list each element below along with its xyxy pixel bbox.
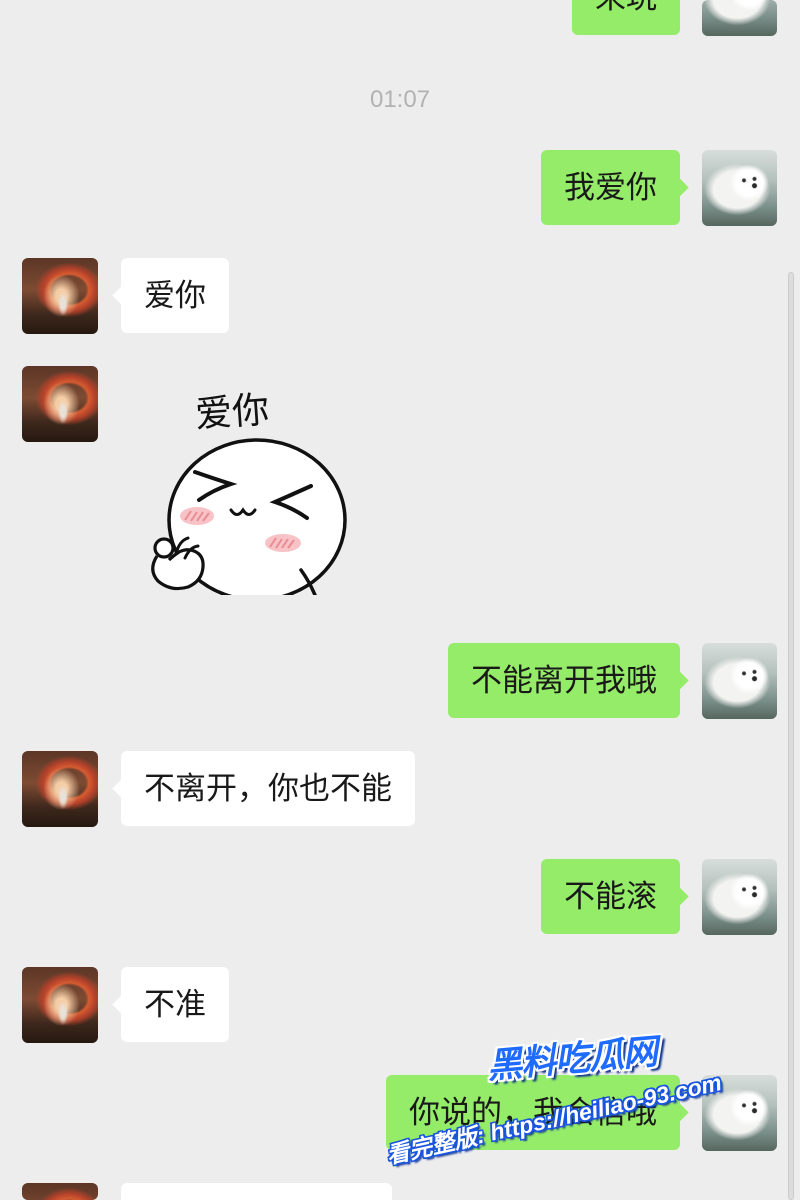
message-row-sent: 来玩 bbox=[0, 0, 800, 36]
bubble-tail bbox=[670, 887, 689, 906]
bubble-tail bbox=[112, 286, 131, 305]
bubble-tail bbox=[670, 671, 689, 690]
bubble-tail bbox=[112, 779, 131, 798]
message-bubble-sent[interactable]: 来玩 bbox=[572, 0, 680, 35]
message-text: 不离开，你也不能 bbox=[144, 771, 392, 806]
message-row-received bbox=[0, 1183, 800, 1200]
chat-message-list[interactable]: 来玩 01:07 我爱你 爱你 爱你 bbox=[0, 0, 800, 1200]
sticker-graphic: 爱你 bbox=[151, 388, 347, 602]
contact-avatar[interactable] bbox=[22, 258, 98, 334]
sticker-caption: 爱你 bbox=[194, 388, 271, 436]
self-avatar[interactable] bbox=[702, 150, 777, 226]
contact-avatar[interactable] bbox=[22, 366, 98, 442]
message-row-received: 爱你 bbox=[0, 366, 800, 602]
scrollbar[interactable] bbox=[788, 272, 794, 1200]
time-divider: 01:07 bbox=[369, 86, 431, 113]
message-bubble-sent[interactable]: 我爱你 bbox=[541, 150, 689, 225]
message-bubble-sent[interactable]: 不能离开我哦 bbox=[448, 643, 689, 718]
message-text: 我爱你 bbox=[564, 170, 657, 205]
message-text: 爱你 bbox=[144, 278, 206, 313]
contact-avatar[interactable] bbox=[22, 751, 98, 827]
message-text: 不准 bbox=[144, 987, 206, 1022]
message-text: 来玩 bbox=[595, 0, 657, 35]
message-row-sent: 我爱你 bbox=[0, 150, 800, 226]
message-row-received: 不准 bbox=[0, 967, 800, 1043]
contact-avatar[interactable] bbox=[22, 967, 98, 1043]
self-avatar[interactable] bbox=[702, 0, 777, 36]
message-row-sent: 不能滚 bbox=[0, 859, 800, 935]
message-bubble-sent[interactable]: 不能滚 bbox=[541, 859, 689, 934]
sticker-blush-right bbox=[265, 534, 301, 552]
contact-avatar[interactable] bbox=[22, 1183, 98, 1200]
love-you-face-sticker[interactable]: 爱你 bbox=[145, 380, 350, 602]
message-bubble-received[interactable] bbox=[121, 1183, 392, 1200]
message-text: 不能离开我哦 bbox=[471, 663, 657, 698]
self-avatar[interactable] bbox=[702, 643, 777, 719]
sticker-blush-left bbox=[180, 507, 214, 525]
message-text: 不能滚 bbox=[564, 879, 657, 914]
message-row-received: 不离开，你也不能 bbox=[0, 751, 800, 827]
message-bubble-received[interactable]: 不准 bbox=[112, 967, 229, 1042]
message-bubble-received[interactable]: 不离开，你也不能 bbox=[112, 751, 415, 826]
self-avatar[interactable] bbox=[702, 859, 777, 935]
bubble-tail bbox=[112, 995, 131, 1014]
bubble-tail bbox=[670, 178, 689, 197]
message-row-sent: 不能离开我哦 bbox=[0, 643, 800, 719]
message-row-received: 爱你 bbox=[0, 258, 800, 334]
sticker-ok-hand bbox=[151, 536, 205, 591]
message-bubble-received[interactable]: 爱你 bbox=[112, 258, 229, 333]
